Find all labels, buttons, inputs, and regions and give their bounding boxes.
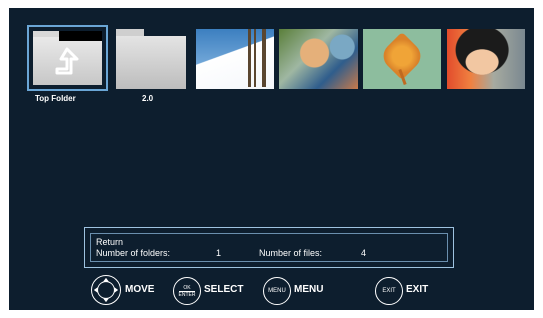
folder-up-icon bbox=[33, 31, 102, 85]
select-hint-label: SELECT bbox=[204, 284, 244, 295]
thumbnail-photo-people[interactable] bbox=[279, 29, 358, 89]
thumbnail-photo-leaf[interactable] bbox=[363, 29, 441, 89]
selected-item-name: Return bbox=[96, 237, 124, 247]
folders-count-label: Number of folders: bbox=[96, 248, 171, 258]
dpad-icon bbox=[91, 275, 121, 305]
caption-top-folder: Top Folder bbox=[35, 94, 76, 103]
menu-key-icon: MENU bbox=[263, 277, 291, 305]
thumbnail-photo-snowy-forest[interactable] bbox=[196, 29, 274, 89]
files-count-value: 4 bbox=[361, 248, 367, 258]
thumbnail-photo-child[interactable] bbox=[447, 29, 525, 89]
ok-enter-key-icon: OK ENTER bbox=[173, 277, 201, 305]
exit-key-icon: EXIT bbox=[375, 277, 403, 305]
caption-folder: 2.0 bbox=[142, 94, 154, 103]
menu-hint-label: MENU bbox=[294, 284, 324, 295]
move-hint-label: MOVE bbox=[125, 284, 155, 295]
folders-count-value: 1 bbox=[216, 248, 222, 258]
thumbnail-top-folder[interactable] bbox=[27, 25, 108, 91]
exit-hint-label: EXIT bbox=[406, 284, 429, 295]
info-panel: Return Number of folders: 1 Number of fi… bbox=[84, 227, 454, 268]
thumbnail-folder[interactable] bbox=[116, 29, 186, 89]
files-count-label: Number of files: bbox=[259, 248, 323, 258]
media-browser-screen: Top Folder 2.0 Return Number of folders:… bbox=[9, 8, 534, 310]
